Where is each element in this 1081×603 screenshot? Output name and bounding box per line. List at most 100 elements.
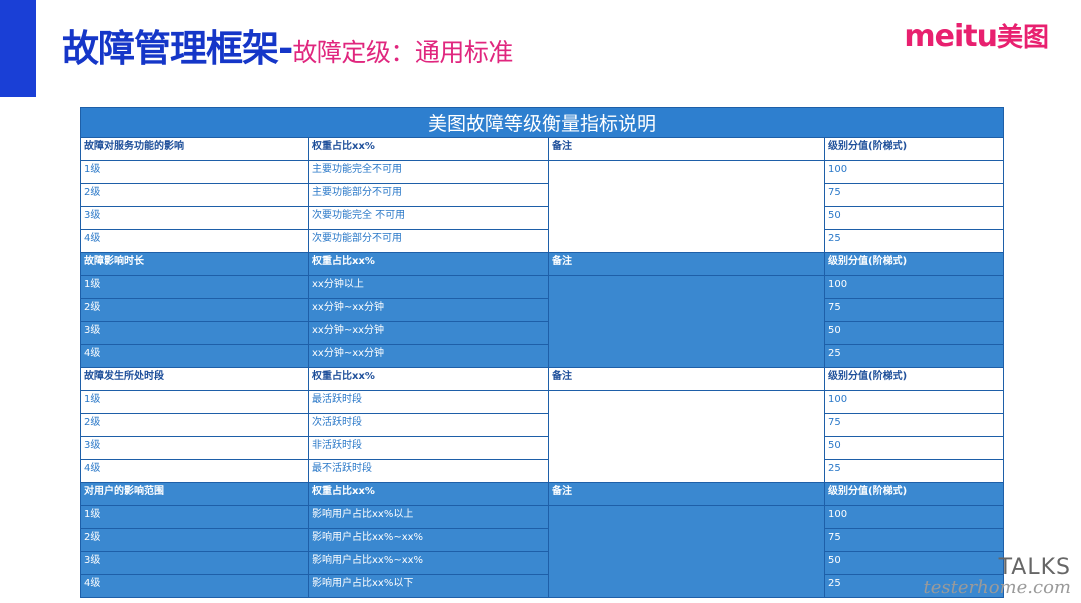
section-dimension-label: 对用户的影响范围 [80, 482, 309, 506]
remark-cell [548, 160, 825, 253]
description-cell: 最活跃时段 [308, 390, 549, 414]
table-row: 4级 xx分钟~xx分钟 25 [80, 344, 1005, 368]
description-cell: 主要功能完全不可用 [308, 160, 549, 184]
section-header-row: 对用户的影响范围 权重占比xx% 备注 级别分值(阶梯式) [80, 482, 1005, 506]
level-cell: 4级 [80, 344, 309, 368]
score-cell: 75 [823, 528, 1005, 552]
page-title-main: 故障管理框架- [62, 27, 293, 70]
table-row: 4级 最不活跃时段 25 [80, 459, 1005, 483]
section-weight-label: 权重占比xx% [308, 137, 549, 161]
section-remark-label: 备注 [548, 367, 825, 391]
table-row: 2级 影响用户占比xx%~xx% 75 [80, 528, 1005, 552]
description-cell: 主要功能部分不可用 [308, 183, 549, 207]
score-cell: 50 [823, 206, 1005, 230]
level-cell: 4级 [80, 459, 309, 483]
section-header-row: 故障影响时长 权重占比xx% 备注 级别分值(阶梯式) [80, 252, 1005, 276]
description-cell: xx分钟~xx分钟 [308, 321, 549, 345]
description-cell: 非活跃时段 [308, 436, 549, 460]
table-row: 3级 非活跃时段 50 [80, 436, 1005, 460]
level-cell: 2级 [80, 183, 309, 207]
table-row: 1级 影响用户占比xx%以上 100 [80, 505, 1005, 598]
description-cell: 影响用户占比xx%~xx% [308, 528, 549, 552]
accent-bar [0, 0, 36, 97]
description-cell: xx分钟~xx分钟 [308, 298, 549, 322]
level-cell: 3级 [80, 551, 309, 575]
remark-cell [548, 275, 825, 368]
score-cell: 50 [823, 321, 1005, 345]
table-row: 1级 最活跃时段 100 [80, 390, 1005, 483]
description-cell: 影响用户占比xx%以上 [308, 505, 549, 529]
table-row: 4级 影响用户占比xx%以下 25 [80, 574, 1005, 598]
description-cell: xx分钟以上 [308, 275, 549, 299]
section-weight-label: 权重占比xx% [308, 482, 549, 506]
score-cell: 75 [823, 183, 1005, 207]
section-score-label: 级别分值(阶梯式) [823, 252, 1005, 276]
table-row: 1级 主要功能完全不可用 100 [80, 160, 1005, 253]
section-score-label: 级别分值(阶梯式) [823, 137, 1005, 161]
score-cell: 100 [823, 160, 1005, 184]
table-row: 4级 次要功能部分不可用 25 [80, 229, 1005, 253]
level-cell: 1级 [80, 505, 309, 529]
level-cell: 2级 [80, 413, 309, 437]
table-body: 故障对服务功能的影响 权重占比xx% 备注 级别分值(阶梯式) 1级 主要功能完全不可用 1… [80, 137, 1005, 598]
section-score-label: 级别分值(阶梯式) [823, 482, 1005, 506]
logo-cjk-text: 美图 [996, 23, 1049, 53]
score-cell: 100 [823, 390, 1005, 414]
table-row: 2级 次活跃时段 75 [80, 413, 1005, 437]
score-cell: 25 [823, 459, 1005, 483]
section-header-row: 故障发生所处时段 权重占比xx% 备注 级别分值(阶梯式) [80, 367, 1005, 391]
meitu-logo: meitu美图 [904, 22, 1049, 52]
level-cell: 1级 [80, 275, 309, 299]
level-cell: 3级 [80, 321, 309, 345]
remark-cell [548, 505, 825, 598]
score-cell: 50 [823, 436, 1005, 460]
description-cell: 最不活跃时段 [308, 459, 549, 483]
description-cell: 次要功能完全 不可用 [308, 206, 549, 230]
level-cell: 3级 [80, 206, 309, 230]
description-cell: xx分钟~xx分钟 [308, 344, 549, 368]
section-weight-label: 权重占比xx% [308, 252, 549, 276]
description-cell: 影响用户占比xx%以下 [308, 574, 549, 598]
section-weight-label: 权重占比xx% [308, 367, 549, 391]
page-title-sub: 故障定级：通用标准 [292, 38, 513, 67]
section-dimension-label: 故障发生所处时段 [80, 367, 309, 391]
level-cell: 1级 [80, 160, 309, 184]
table-row: 3级 xx分钟~xx分钟 50 [80, 321, 1005, 345]
section-remark-label: 备注 [548, 137, 825, 161]
level-cell: 2级 [80, 298, 309, 322]
level-cell: 4级 [80, 229, 309, 253]
section-header-row: 故障对服务功能的影响 权重占比xx% 备注 级别分值(阶梯式) [80, 137, 1005, 161]
remark-cell [548, 390, 825, 483]
section-dimension-label: 故障对服务功能的影响 [80, 137, 309, 161]
section-dimension-label: 故障影响时长 [80, 252, 309, 276]
fault-level-table: 美图故障等级衡量指标说明 故障对服务功能的影响 权重占比xx% 备注 级别分值(阶梯式… [79, 107, 1005, 598]
table-row: 2级 主要功能部分不可用 75 [80, 183, 1005, 207]
score-cell: 25 [823, 344, 1005, 368]
logo-latin-text: meitu [904, 19, 998, 54]
table-row: 1级 xx分钟以上 100 [80, 275, 1005, 368]
score-cell: 25 [823, 229, 1005, 253]
level-cell: 1级 [80, 390, 309, 414]
page-title: 故障管理框架-故障定级：通用标准 [62, 30, 513, 67]
level-cell: 2级 [80, 528, 309, 552]
table-row: 2级 xx分钟~xx分钟 75 [80, 298, 1005, 322]
section-score-label: 级别分值(阶梯式) [823, 367, 1005, 391]
description-cell: 次活跃时段 [308, 413, 549, 437]
description-cell: 影响用户占比xx%~xx% [308, 551, 549, 575]
watermark-brand: TALKS [998, 555, 1071, 580]
table-row: 3级 次要功能完全 不可用 50 [80, 206, 1005, 230]
description-cell: 次要功能部分不可用 [308, 229, 549, 253]
table-row: 3级 影响用户占比xx%~xx% 50 [80, 551, 1005, 575]
watermark: TALKS testerhome.com [924, 557, 1071, 597]
score-cell: 100 [823, 505, 1005, 529]
watermark-site: testerhome.com [923, 577, 1071, 598]
section-remark-label: 备注 [548, 482, 825, 506]
score-cell: 75 [823, 298, 1005, 322]
level-cell: 3级 [80, 436, 309, 460]
score-cell: 100 [823, 275, 1005, 299]
level-cell: 4级 [80, 574, 309, 598]
score-cell: 75 [823, 413, 1005, 437]
section-remark-label: 备注 [548, 252, 825, 276]
fault-level-table-container: 美图故障等级衡量指标说明 故障对服务功能的影响 权重占比xx% 备注 级别分值(阶梯式… [79, 107, 1005, 598]
table-title: 美图故障等级衡量指标说明 [79, 107, 1005, 138]
